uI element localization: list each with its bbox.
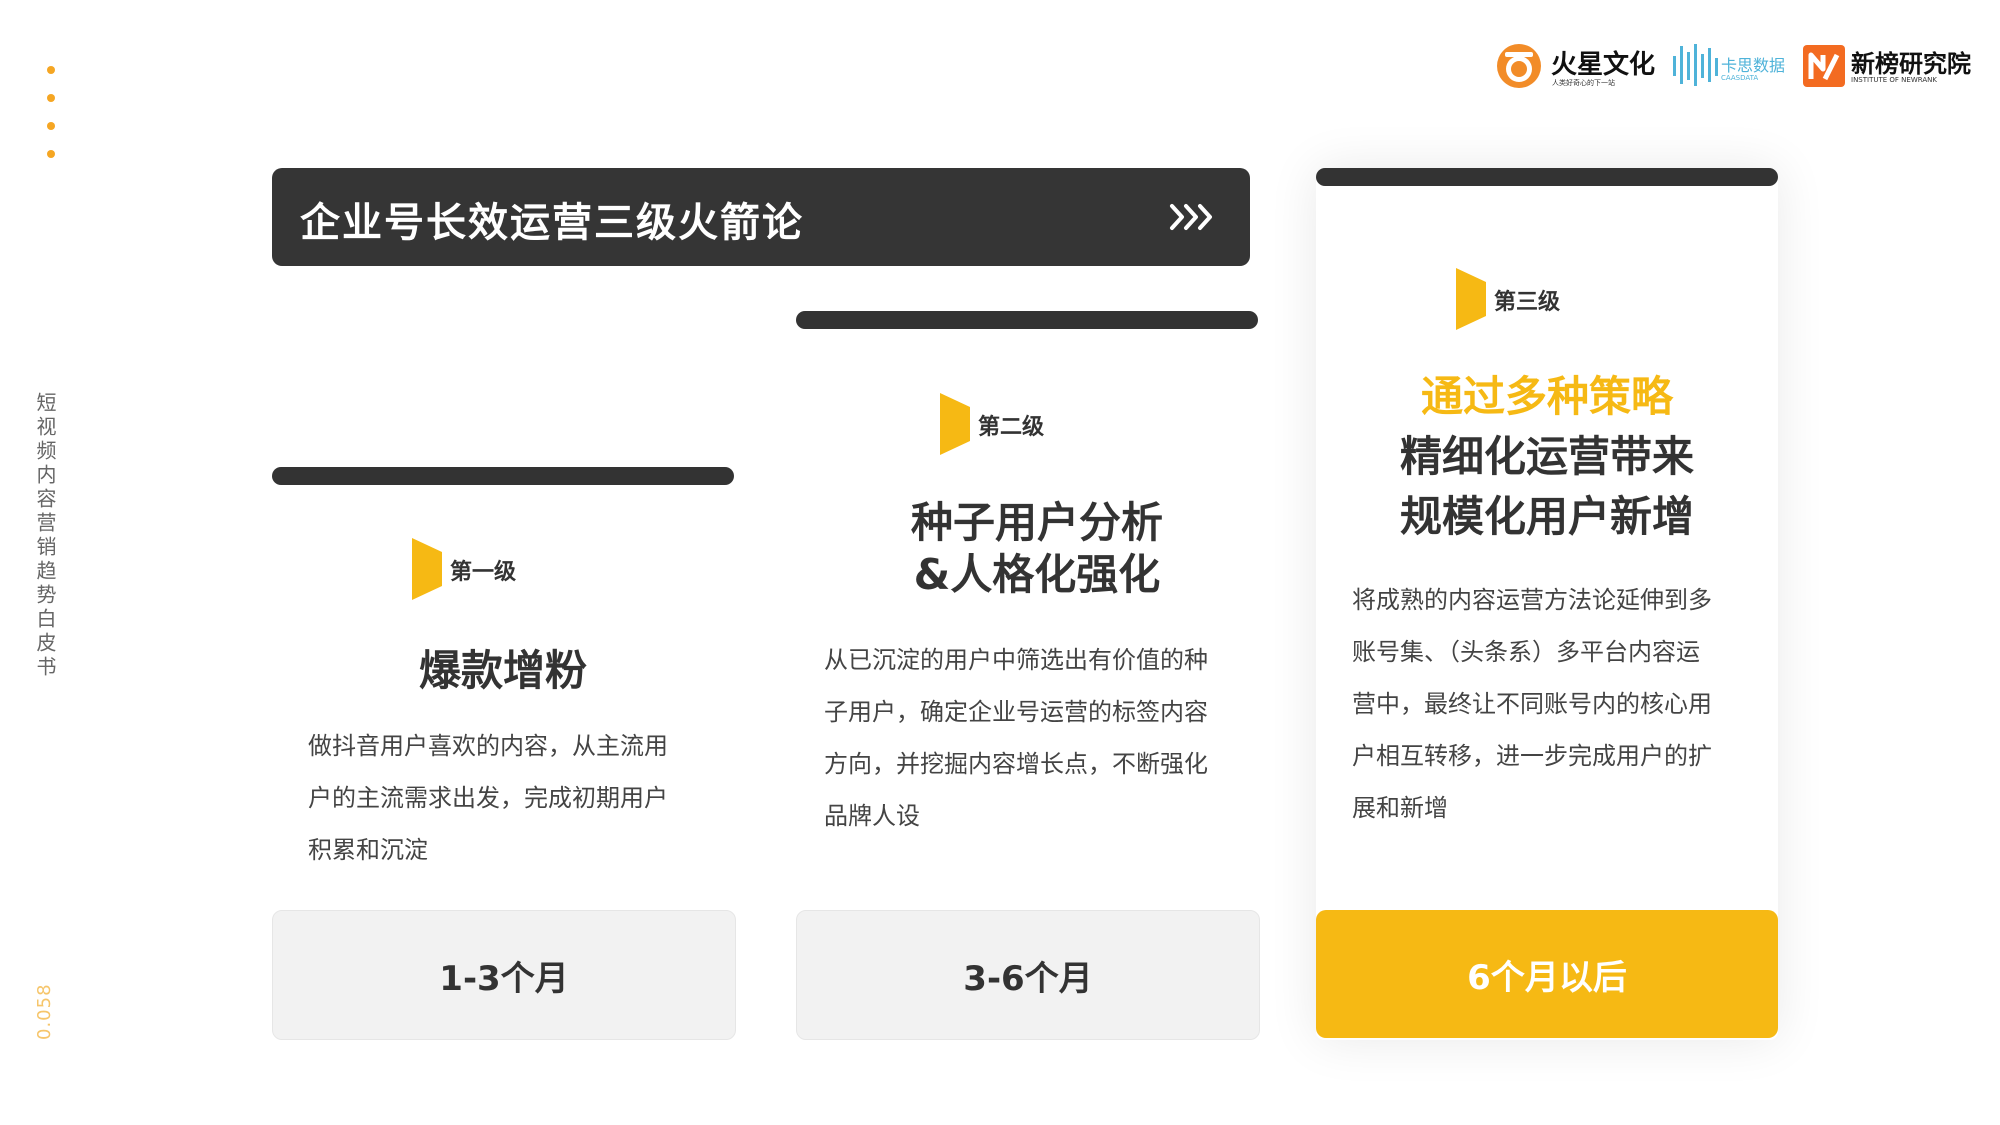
description-line: 做抖音用户喜欢的内容，从主流用 bbox=[308, 732, 668, 760]
dot bbox=[47, 66, 55, 74]
description-line: 方向，并挖掘内容增长点，不断强化 bbox=[824, 750, 1208, 778]
card-top-bar bbox=[1316, 168, 1778, 186]
duration-badge: 6个月以后 bbox=[1316, 910, 1778, 1038]
description-line: 品牌人设 bbox=[824, 802, 920, 830]
description-line: 子用户，确定企业号运营的标签内容 bbox=[824, 698, 1208, 726]
main-title-bar: 企业号长效运营三级火箭论 bbox=[272, 168, 1250, 266]
triple-chevron-right-icon bbox=[1170, 204, 1212, 230]
level-tag: 第二级 bbox=[940, 393, 1080, 455]
card-description: 做抖音用户喜欢的内容，从主流用 户的主流需求出发，完成初期用户 积累和沉淀 bbox=[308, 720, 668, 876]
header-logos: 火星文化 人类好奇心的下一站 卡思数据 CAASDATA 新榜研究院 INSTI… bbox=[1495, 38, 1990, 94]
description-line: 营中，最终让不同账号内的核心用 bbox=[1352, 690, 1712, 718]
description-line: 户的主流需求出发，完成初期用户 bbox=[308, 784, 668, 812]
dot bbox=[47, 150, 55, 158]
card-top-bar bbox=[272, 467, 734, 485]
mars-culture-logo: 火星文化 人类好奇心的下一站 bbox=[1495, 38, 1665, 94]
level-label: 第一级 bbox=[450, 560, 517, 585]
newrank-logo-icon bbox=[1803, 45, 1845, 87]
document-side-title: 短视频内容营销趋势白皮书 bbox=[33, 392, 57, 680]
description-line: 账号集、（头条系）多平台内容运 bbox=[1352, 638, 1700, 666]
page-number: 0.058 bbox=[34, 983, 55, 1040]
logo-tagline: 人类好奇心的下一站 bbox=[1552, 79, 1615, 87]
newrank-logo: 新榜研究院 INSTITUTE OF NEWRANK bbox=[1803, 38, 1989, 94]
card-description: 将成熟的内容运营方法论延伸到多 账号集、（头条系）多平台内容运 营中，最终让不同… bbox=[1352, 574, 1712, 834]
level-flag-icon bbox=[940, 393, 970, 455]
logo-name: 火星文化 bbox=[1551, 50, 1656, 80]
caasdata-logo: 卡思数据 CAASDATA bbox=[1671, 38, 1791, 94]
description-line: 积累和沉淀 bbox=[308, 836, 428, 864]
description-line: 户相互转移，进一步完成用户的扩 bbox=[1352, 742, 1712, 770]
card-heading-line: 精细化运营带来 bbox=[1399, 432, 1694, 481]
card-heading: 爆款增粉 bbox=[418, 646, 587, 695]
duration-badge: 3-6个月 bbox=[796, 910, 1260, 1040]
dot bbox=[47, 122, 55, 130]
level-label: 第二级 bbox=[978, 415, 1045, 440]
card-heading-line: &人格化强化 bbox=[913, 550, 1161, 599]
level-label: 第三级 bbox=[1494, 290, 1561, 315]
card-heading-line: 种子用户分析 bbox=[910, 498, 1163, 547]
logo-tagline: CAASDATA bbox=[1721, 74, 1759, 82]
level-flag-icon bbox=[1456, 268, 1486, 330]
dot bbox=[47, 94, 55, 102]
card-top-bar bbox=[796, 311, 1258, 329]
page-title: 企业号长效运营三级火箭论 bbox=[300, 200, 804, 246]
logo-name: 新榜研究院 bbox=[1851, 50, 1971, 78]
duration-badge: 1-3个月 bbox=[272, 910, 736, 1040]
description-line: 将成熟的内容运营方法论延伸到多 bbox=[1352, 586, 1712, 614]
logo-tagline: INSTITUTE OF NEWRANK bbox=[1851, 76, 1937, 84]
logo-name: 卡思数据 bbox=[1721, 56, 1786, 75]
card-heading-highlight: 通过多种策略 bbox=[1420, 372, 1673, 421]
card-description: 从已沉淀的用户中筛选出有价值的种 子用户，确定企业号运营的标签内容 方向，并挖掘… bbox=[824, 634, 1208, 842]
decorative-dots bbox=[47, 66, 57, 178]
level-tag: 第三级 bbox=[1456, 268, 1596, 330]
level-tag: 第一级 bbox=[412, 538, 552, 600]
description-line: 展和新增 bbox=[1352, 794, 1448, 822]
description-line: 从已沉淀的用户中筛选出有价值的种 bbox=[824, 646, 1208, 674]
card-heading-line: 规模化用户新增 bbox=[1399, 492, 1694, 541]
mars-culture-logo-icon bbox=[1497, 44, 1541, 88]
level-flag-icon bbox=[412, 538, 442, 600]
caasdata-logo-icon bbox=[1673, 44, 1718, 86]
